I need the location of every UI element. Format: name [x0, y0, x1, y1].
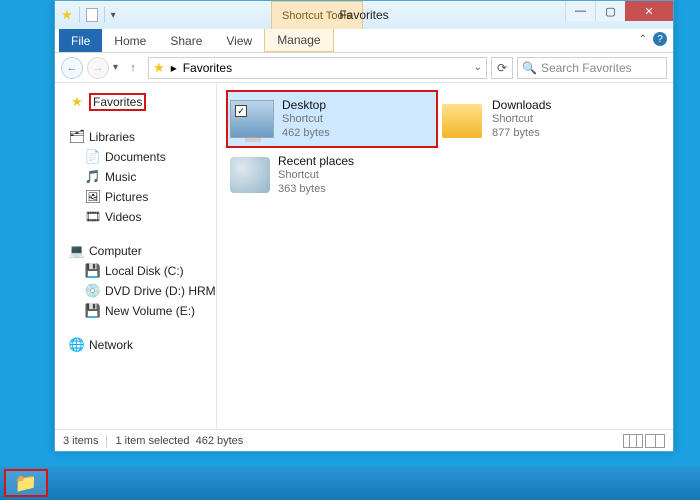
qat-dropdown-icon[interactable]: ▾ [111, 10, 116, 21]
sidebar-item-local-disk[interactable]: 💾 Local Disk (C:) [57, 261, 214, 281]
minimize-button[interactable]: — [565, 1, 595, 21]
sidebar-item-label: Pictures [105, 190, 148, 204]
items-view[interactable]: ✓DesktopShortcut462 bytesDownloadsShortc… [217, 83, 673, 429]
search-icon: 🔍 [522, 61, 537, 75]
back-button[interactable]: ← [61, 57, 83, 79]
sidebar-computer-label: Computer [89, 244, 142, 258]
network-icon: 🌐 [69, 337, 85, 353]
sidebar-item-label: DVD Drive (D:) HRM [105, 284, 216, 298]
checkbox-icon[interactable]: ✓ [235, 105, 247, 117]
history-dropdown-icon[interactable]: ▾ [113, 62, 118, 73]
drive-icon: 💾 [85, 263, 101, 279]
tab-file[interactable]: File [59, 29, 102, 52]
explorer-window: ★ ▾ Shortcut Tools Favorites — ▢ ✕ File … [54, 0, 674, 452]
videos-icon: 🎞 [85, 209, 101, 225]
sidebar-item-label: Videos [105, 210, 141, 224]
libraries-icon: 🗂 [69, 129, 85, 145]
navigation-bar: ← → ▾ ↑ ★ ▸ Favorites ⌄ ⟳ 🔍 Search Favor… [55, 53, 673, 83]
item-type: Shortcut [492, 112, 551, 126]
file-item-desktop[interactable]: ✓ DesktopShortcut462 bytes [227, 91, 437, 147]
item-type: Shortcut [278, 168, 354, 182]
recent-places-icon [230, 157, 270, 193]
close-button[interactable]: ✕ [625, 1, 673, 21]
sidebar-item-label: New Volume (E:) [105, 304, 195, 318]
up-button[interactable]: ↑ [122, 57, 144, 79]
view-details-button[interactable] [623, 434, 643, 448]
sidebar-item-dvd-drive[interactable]: 💿 DVD Drive (D:) HRM [57, 281, 214, 301]
star-icon: ★ [69, 94, 85, 110]
sidebar-favorites-label: Favorites [89, 93, 146, 111]
address-sep-icon: ▸ [171, 61, 177, 75]
sidebar-item-music[interactable]: 🎵 Music [57, 167, 214, 187]
taskbar[interactable]: 📁 [0, 466, 700, 500]
status-size: 462 bytes [196, 435, 244, 447]
address-bar[interactable]: ★ ▸ Favorites ⌄ [148, 57, 487, 79]
address-dropdown-icon[interactable]: ⌄ [474, 62, 482, 73]
tab-home[interactable]: Home [102, 29, 158, 52]
item-name: Recent places [278, 154, 354, 168]
address-location: Favorites [183, 61, 232, 75]
view-tiles-button[interactable] [645, 434, 665, 448]
sidebar-item-label: Local Disk (C:) [105, 264, 184, 278]
sidebar-network[interactable]: 🌐 Network [57, 335, 214, 355]
dvd-icon: 💿 [85, 283, 101, 299]
sidebar-favorites[interactable]: ★ Favorites [57, 91, 214, 113]
pictures-icon: 🖼 [85, 189, 101, 205]
status-selection: 1 item selected [115, 435, 189, 447]
computer-icon: 💻 [69, 243, 85, 259]
item-name: Downloads [492, 98, 551, 112]
item-name: Desktop [282, 98, 330, 112]
sidebar-libraries-label: Libraries [89, 130, 135, 144]
documents-icon: 📄 [85, 149, 101, 165]
forward-button[interactable]: → [87, 57, 109, 79]
status-bar: 3 items 1 item selected 462 bytes [55, 429, 673, 451]
help-icon[interactable]: ? [653, 32, 667, 46]
drive-icon: 💾 [85, 303, 101, 319]
window-title: Favorites [339, 8, 388, 22]
item-size: 363 bytes [278, 182, 354, 196]
search-input[interactable]: 🔍 Search Favorites [517, 57, 667, 79]
file-item-downloads[interactable]: DownloadsShortcut877 bytes [437, 91, 647, 147]
sidebar-computer[interactable]: 💻 Computer [57, 241, 214, 261]
sidebar-item-label: Documents [105, 150, 166, 164]
ribbon-collapse-icon[interactable]: ⌃ [639, 34, 647, 45]
refresh-button[interactable]: ⟳ [491, 57, 513, 79]
sidebar-item-label: Music [105, 170, 136, 184]
sidebar-libraries[interactable]: 🗂 Libraries [57, 127, 214, 147]
folder-icon: 📁 [15, 473, 37, 494]
tab-share[interactable]: Share [158, 29, 214, 52]
item-size: 462 bytes [282, 126, 330, 140]
titlebar[interactable]: ★ ▾ Shortcut Tools Favorites — ▢ ✕ [55, 1, 673, 29]
address-star-icon: ★ [153, 60, 165, 76]
navigation-pane: ★ Favorites 🗂 Libraries 📄 Documents 🎵 Music… [55, 83, 217, 429]
sidebar-item-documents[interactable]: 📄 Documents [57, 147, 214, 167]
ribbon-tabs: File Home Share View Manage ⌃ ? [55, 29, 673, 53]
item-type: Shortcut [282, 112, 330, 126]
item-size: 877 bytes [492, 126, 551, 140]
file-item-recent-places[interactable]: Recent placesShortcut363 bytes [227, 147, 437, 203]
sidebar-item-pictures[interactable]: 🖼 Pictures [57, 187, 214, 207]
favorites-star-icon: ★ [61, 7, 73, 23]
sidebar-network-label: Network [89, 338, 133, 352]
folder-icon [440, 100, 484, 138]
qat-newfolder-icon[interactable] [86, 8, 98, 22]
maximize-button[interactable]: ▢ [595, 1, 625, 21]
taskbar-explorer-button[interactable]: 📁 [4, 469, 48, 497]
sidebar-item-new-volume[interactable]: 💾 New Volume (E:) [57, 301, 214, 321]
desktop-icon: ✓ [230, 100, 274, 138]
tab-view[interactable]: View [214, 29, 264, 52]
music-icon: 🎵 [85, 169, 101, 185]
search-placeholder: Search Favorites [541, 61, 632, 75]
status-item-count: 3 items [63, 435, 98, 447]
sidebar-item-videos[interactable]: 🎞 Videos [57, 207, 214, 227]
tab-manage[interactable]: Manage [264, 29, 333, 52]
